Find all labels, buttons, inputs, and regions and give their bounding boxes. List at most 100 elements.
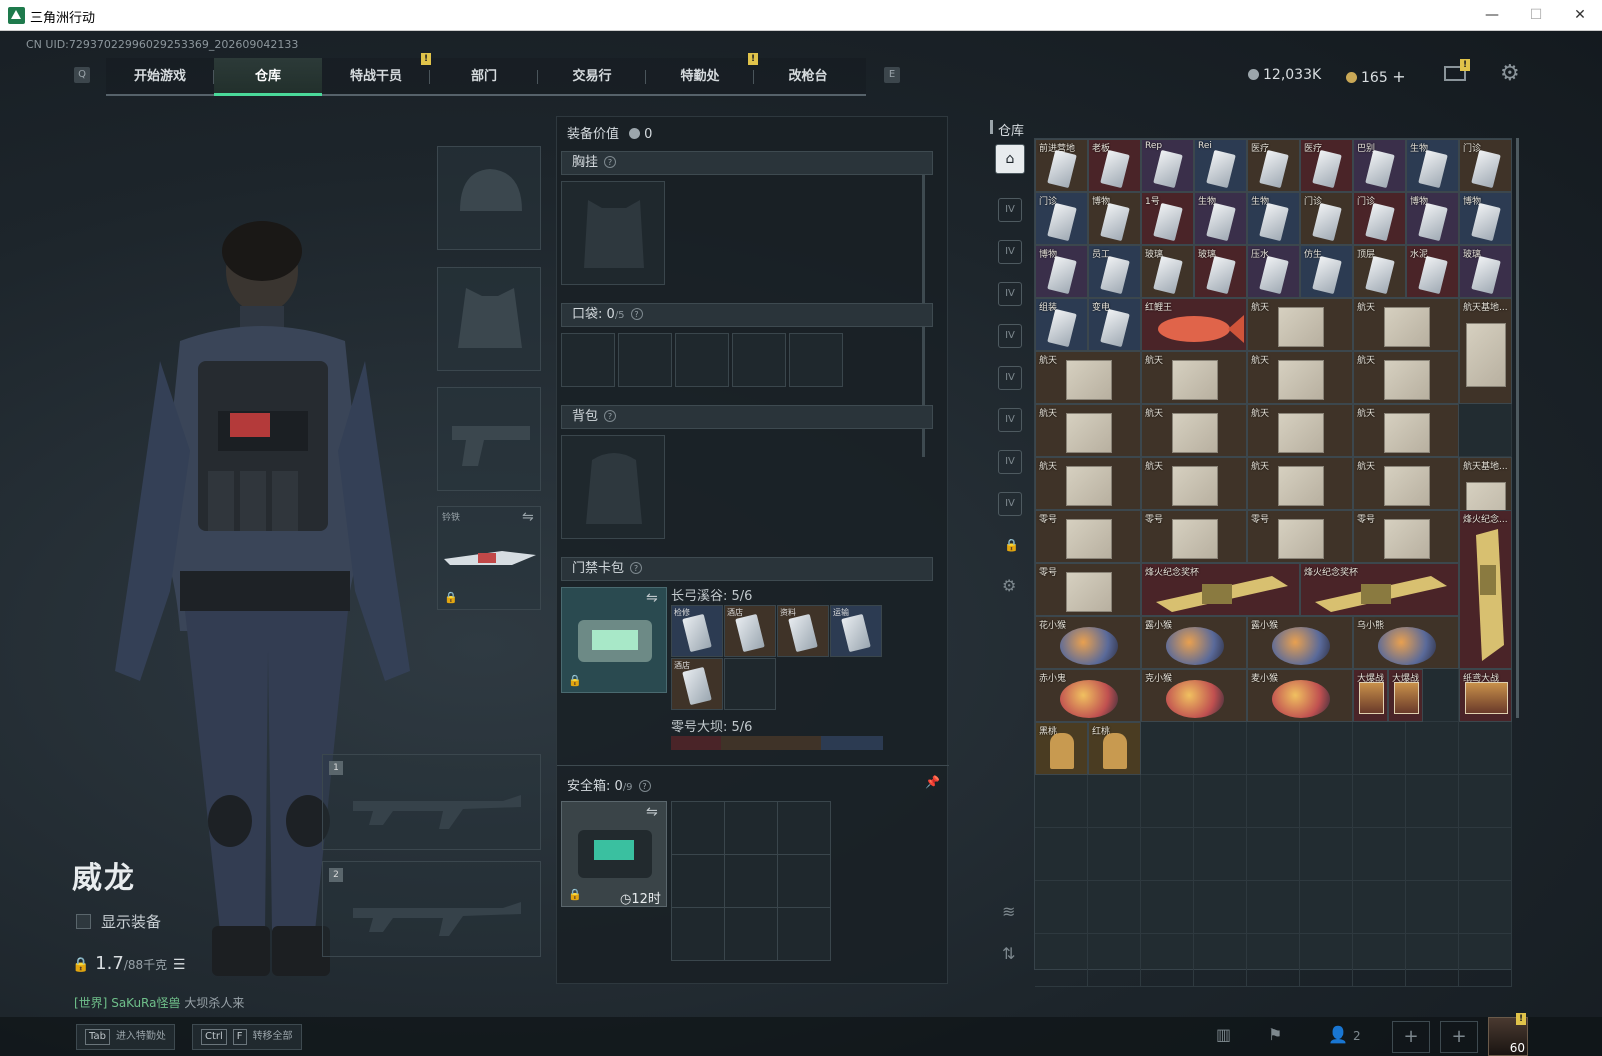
grid-cell[interactable] bbox=[1194, 881, 1247, 934]
chest-rig-slot[interactable] bbox=[561, 181, 665, 285]
grid-cell[interactable] bbox=[1247, 775, 1300, 828]
grid-cell[interactable] bbox=[1141, 775, 1194, 828]
warehouse-item[interactable]: 玻璃 bbox=[1459, 245, 1512, 298]
grid-cell[interactable] bbox=[1247, 828, 1300, 881]
warehouse-item[interactable]: 变电 bbox=[1088, 298, 1141, 351]
helmet-slot[interactable] bbox=[437, 146, 541, 250]
lock-icon[interactable]: 🔒 bbox=[1004, 538, 1019, 552]
storage-tab-icon[interactable]: IV bbox=[998, 450, 1022, 474]
warehouse-item[interactable]: 烽火纪念奖杯 bbox=[1141, 563, 1300, 616]
help-icon[interactable]: ? bbox=[630, 562, 643, 574]
tab-start-game[interactable]: 开始游戏 bbox=[106, 58, 214, 96]
warehouse-grid[interactable]: 前进营地 老板 Rep Rei 医疗 医疗 巴别 生物 门诊 门诊 博物 1号 生物 生物 门诊 门诊 博物 博物… bbox=[1034, 138, 1512, 987]
pocket-slot[interactable] bbox=[732, 333, 786, 387]
warehouse-item[interactable]: 医疗 bbox=[1247, 139, 1300, 192]
grid-cell[interactable] bbox=[1353, 934, 1406, 987]
warehouse-scrollbar[interactable] bbox=[1516, 138, 1519, 718]
grid-cell[interactable] bbox=[1247, 722, 1300, 775]
grid-cell[interactable] bbox=[1035, 934, 1088, 987]
tab-market[interactable]: 交易行 bbox=[538, 58, 646, 96]
keycard-item[interactable]: 酒店 bbox=[671, 658, 723, 710]
warehouse-item[interactable]: 门诊 bbox=[1459, 139, 1512, 192]
grid-cell[interactable] bbox=[1141, 934, 1194, 987]
swap-icon[interactable]: ⇋ bbox=[646, 804, 658, 820]
grid-cell[interactable] bbox=[1459, 722, 1512, 775]
safebox-slot[interactable]: ⇋ 🔒 ◷12时 bbox=[561, 801, 667, 907]
warehouse-item[interactable]: 零号 bbox=[1353, 510, 1459, 563]
warehouse-item[interactable]: 烽火纪念奖杯 bbox=[1300, 563, 1459, 616]
warehouse-item[interactable]: 花小猴 bbox=[1035, 616, 1141, 669]
swap-icon[interactable]: ⇋ bbox=[646, 590, 658, 606]
warehouse-item[interactable]: 航天 bbox=[1353, 298, 1459, 351]
warehouse-item[interactable]: 生物 bbox=[1406, 139, 1459, 192]
swap-icon[interactable]: ⇋ bbox=[522, 509, 534, 525]
grid-cell[interactable] bbox=[1459, 828, 1512, 881]
warehouse-item[interactable]: 露小猴 bbox=[1141, 616, 1247, 669]
warehouse-item[interactable]: 烽火纪念... bbox=[1459, 510, 1512, 669]
warehouse-item[interactable]: 生物 bbox=[1194, 192, 1247, 245]
tab-department[interactable]: 部门 bbox=[430, 58, 538, 96]
add-currency-button[interactable]: + bbox=[1392, 67, 1405, 86]
grid-cell[interactable] bbox=[1300, 775, 1353, 828]
grid-cell[interactable] bbox=[1088, 775, 1141, 828]
warehouse-item[interactable]: 门诊 bbox=[1353, 192, 1406, 245]
warehouse-item[interactable]: 航天 bbox=[1353, 404, 1459, 457]
storage-tab-icon[interactable]: IV bbox=[998, 324, 1022, 348]
sort-icon[interactable]: ⇅ bbox=[1002, 944, 1015, 963]
warehouse-item[interactable]: 仿生 bbox=[1300, 245, 1353, 298]
grid-cell[interactable] bbox=[1141, 828, 1194, 881]
warehouse-item[interactable]: 生物 bbox=[1247, 192, 1300, 245]
grid-cell[interactable] bbox=[1406, 881, 1459, 934]
warehouse-item[interactable]: 门诊 bbox=[1300, 192, 1353, 245]
warehouse-item[interactable]: 赤小鬼 bbox=[1035, 669, 1141, 722]
storage-tab-icon[interactable]: IV bbox=[998, 492, 1022, 516]
warehouse-item[interactable]: 医疗 bbox=[1300, 139, 1353, 192]
storage-tab-icon[interactable]: IV bbox=[998, 240, 1022, 264]
pocket-slot[interactable] bbox=[561, 333, 615, 387]
grid-cell[interactable] bbox=[1406, 775, 1459, 828]
add-slot-button[interactable]: + bbox=[1392, 1021, 1430, 1053]
safebox-grid[interactable] bbox=[671, 801, 831, 961]
grid-cell[interactable] bbox=[1459, 881, 1512, 934]
warehouse-item[interactable]: 大爆战 bbox=[1388, 669, 1423, 722]
warehouse-item[interactable]: 组装 bbox=[1035, 298, 1088, 351]
warehouse-item[interactable]: 航天 bbox=[1141, 404, 1247, 457]
grid-cell[interactable] bbox=[1194, 934, 1247, 987]
warehouse-item[interactable]: 博物 bbox=[1088, 192, 1141, 245]
enter-special-office-button[interactable]: Tab 进入特勤处 bbox=[76, 1024, 175, 1050]
help-icon[interactable]: ? bbox=[604, 156, 617, 168]
layers-icon[interactable]: ≋ bbox=[1002, 902, 1015, 921]
warehouse-item[interactable]: 航天 bbox=[1353, 351, 1459, 404]
storage-tab-icon[interactable]: IV bbox=[998, 198, 1022, 222]
grid-cell[interactable] bbox=[1353, 828, 1406, 881]
warehouse-item[interactable]: 博物 bbox=[1406, 192, 1459, 245]
warehouse-item[interactable]: 门诊 bbox=[1035, 192, 1088, 245]
grid-cell[interactable] bbox=[1353, 775, 1406, 828]
close-button[interactable]: ✕ bbox=[1558, 3, 1602, 27]
warehouse-item[interactable]: 航天 bbox=[1141, 351, 1247, 404]
grid-cell[interactable] bbox=[1406, 934, 1459, 987]
tab-special-office[interactable]: 特勤处 bbox=[646, 58, 754, 96]
grid-cell[interactable] bbox=[1035, 775, 1088, 828]
grid-cell[interactable] bbox=[1459, 934, 1512, 987]
tab-warehouse[interactable]: 仓库 bbox=[214, 58, 322, 96]
backpack-slot[interactable] bbox=[561, 435, 665, 539]
warehouse-item[interactable]: 航天 bbox=[1247, 351, 1353, 404]
primary-weapon-slot-2[interactable]: 2 bbox=[322, 861, 541, 957]
grid-cell[interactable] bbox=[1247, 934, 1300, 987]
show-equipment-toggle[interactable]: 显示装备 bbox=[76, 911, 161, 932]
tab-operators[interactable]: 特战干员 bbox=[322, 58, 430, 96]
grid-cell[interactable] bbox=[1247, 881, 1300, 934]
warehouse-item[interactable]: 水泥 bbox=[1406, 245, 1459, 298]
grid-cell[interactable] bbox=[1353, 881, 1406, 934]
warehouse-item[interactable]: 航天 bbox=[1247, 457, 1353, 510]
transfer-all-button[interactable]: Ctrl F 转移全部 bbox=[192, 1024, 302, 1050]
warehouse-item[interactable]: 航天 bbox=[1353, 457, 1459, 510]
pocket-slot[interactable] bbox=[675, 333, 729, 387]
storage-tab-icon[interactable]: IV bbox=[998, 282, 1022, 306]
chat-line[interactable]: [世界] SaKuRa怪兽 大坝杀人来 bbox=[74, 994, 244, 1011]
warehouse-item[interactable]: 顶层 bbox=[1353, 245, 1406, 298]
melee-slot[interactable]: 钤铁 ⇋ 🔒 bbox=[437, 506, 541, 610]
list-icon[interactable]: ☰ bbox=[173, 957, 186, 973]
friends-icon[interactable]: 👤 2 bbox=[1328, 1025, 1361, 1044]
